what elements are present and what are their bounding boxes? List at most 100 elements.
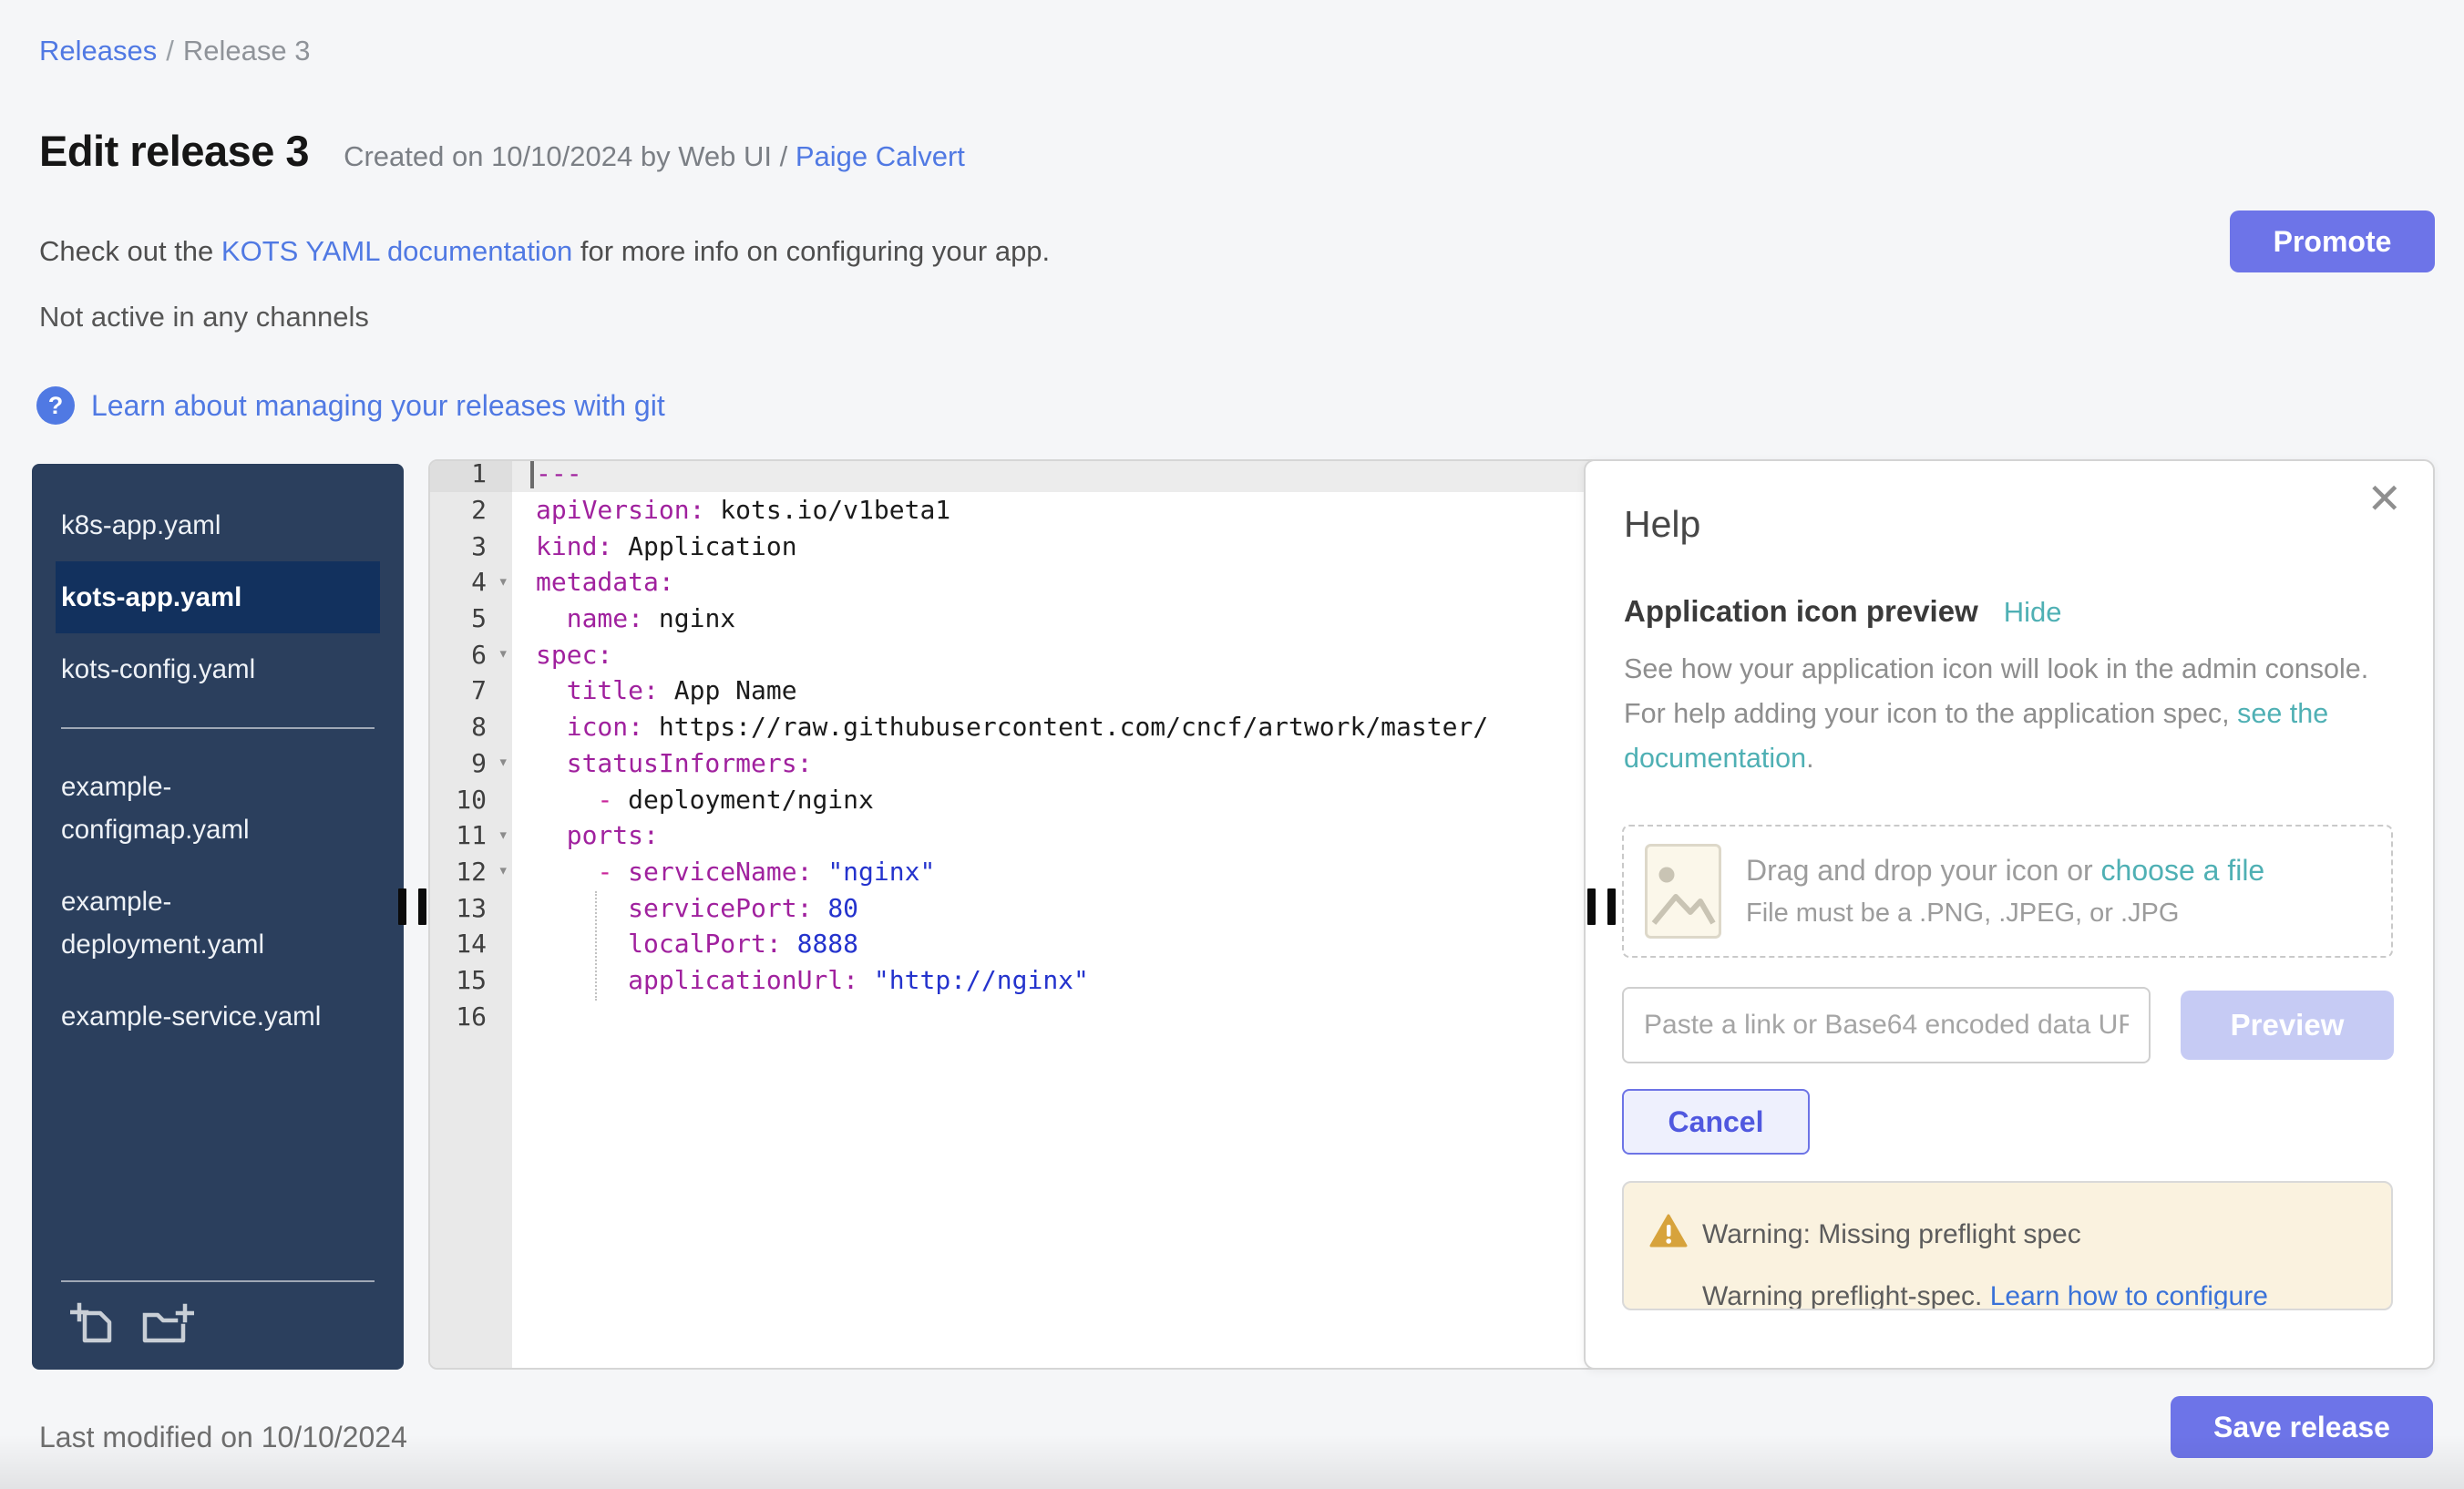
line-number-cell: 2 <box>430 492 512 529</box>
line-number-cell: 9 ▾ <box>430 745 512 782</box>
warning-title: Warning: Missing preflight spec <box>1702 1219 2081 1250</box>
created-by-link[interactable]: Paige Calvert <box>796 140 965 172</box>
dropzone-text: Drag and drop your icon or choose a file… <box>1746 854 2264 929</box>
line-number-cell: 16 <box>430 998 512 1034</box>
dropzone-label: Drag and drop your icon or <box>1746 854 2101 887</box>
title-row: Edit release 3 Created on 10/10/2024 by … <box>39 126 965 176</box>
sidebar-item-kots-config[interactable]: kots-config.yaml <box>56 633 380 705</box>
line-number: 9 <box>471 748 487 778</box>
icon-preview-description: See how your application icon will look … <box>1624 647 2371 781</box>
file-name: kots-config.yaml <box>61 648 375 691</box>
edit-release-page: Releases / Release 3 Edit release 3 Create… <box>0 0 2464 1489</box>
line-number: 6 <box>471 640 487 670</box>
line-number: 16 <box>456 1001 487 1032</box>
breadcrumb-separator: / <box>166 35 174 67</box>
channel-status: Not active in any channels <box>39 301 369 334</box>
line-number-cell: 12 ▾ <box>430 854 512 890</box>
sidebar-resize-handle[interactable] <box>398 888 426 925</box>
breadcrumb-current: Release 3 <box>183 35 311 67</box>
line-number-cell: 1 <box>430 459 512 492</box>
save-release-button[interactable]: Save release <box>2171 1396 2433 1458</box>
help-panel: ✕ Help Application icon preview Hide See… <box>1584 459 2435 1370</box>
sidebar-actions <box>56 1300 380 1355</box>
cancel-button[interactable]: Cancel <box>1622 1089 1810 1155</box>
indent-guide <box>595 891 597 1001</box>
icon-preview-title: Application icon preview <box>1624 594 1978 629</box>
line-number: 4 <box>471 567 487 597</box>
page-title: Edit release 3 <box>39 126 309 176</box>
breadcrumb-releases-link[interactable]: Releases <box>39 35 157 67</box>
file-name-wrap: configmap.yaml <box>61 808 375 851</box>
choose-file-link[interactable]: choose a file <box>2101 854 2265 887</box>
file-name: k8s-app.yaml <box>61 504 375 547</box>
git-help-link[interactable]: ? Learn about managing your releases wit… <box>36 386 665 425</box>
fold-arrow-icon[interactable]: ▾ <box>498 863 508 880</box>
line-number: 11 <box>456 820 487 850</box>
preview-button[interactable]: Preview <box>2181 991 2394 1060</box>
sidebar-item-k8s-app[interactable]: k8s-app.yaml <box>56 489 380 561</box>
line-number-cell: 14 <box>430 926 512 962</box>
git-help-label: Learn about managing your releases with … <box>91 389 665 423</box>
sidebar-item-kots-app[interactable]: kots-app.yaml <box>56 561 380 633</box>
sidebar-item-example-deployment[interactable]: example-deployment.yaml <box>56 866 380 981</box>
file-list-examples: example-configmap.yaml example-deploymen… <box>32 751 404 1053</box>
line-number-cell: 4 ▾ <box>430 564 512 601</box>
help-circle-icon: ? <box>36 386 75 425</box>
line-number-cell: 8 <box>430 709 512 745</box>
line-number: 13 <box>456 893 487 923</box>
sidebar-divider <box>61 727 375 729</box>
line-number: 7 <box>471 675 487 705</box>
icon-url-input[interactable] <box>1622 987 2151 1063</box>
promote-button[interactable]: Promote <box>2230 211 2435 272</box>
learn-configure-link[interactable]: Learn how to configure <box>1990 1281 2268 1310</box>
line-number: 5 <box>471 603 487 633</box>
breadcrumb: Releases / Release 3 <box>39 35 310 67</box>
warning-detail: Warning preflight-spec. Learn how to con… <box>1702 1281 2268 1310</box>
line-number: 1 <box>471 459 487 488</box>
preflight-warning: Warning: Missing preflight spec Warning … <box>1622 1181 2393 1310</box>
docs-suffix: for more info on configuring your app. <box>572 235 1050 267</box>
description-period: . <box>1806 743 1813 774</box>
line-number-cell: 13 <box>430 889 512 926</box>
icon-dropzone[interactable]: Drag and drop your icon or choose a file… <box>1622 825 2393 958</box>
hide-link[interactable]: Hide <box>2004 596 2062 629</box>
line-number-cell: 3 <box>430 528 512 564</box>
warning-detail-text: Warning preflight-spec. <box>1702 1281 1990 1310</box>
line-number: 14 <box>456 929 487 959</box>
help-panel-title: Help <box>1624 503 1700 546</box>
line-number-cell: 15 <box>430 962 512 999</box>
sidebar-item-example-configmap[interactable]: example-configmap.yaml <box>56 751 380 866</box>
line-number-cell: 7 <box>430 673 512 709</box>
sidebar-footer <box>56 1280 380 1355</box>
sidebar-item-example-service[interactable]: example-service.yaml <box>56 981 380 1053</box>
line-number-cell: 6 ▾ <box>430 636 512 673</box>
created-meta: Created on 10/10/2024 by Web UI / Paige … <box>344 140 965 173</box>
line-number-cell: 5 <box>430 601 512 637</box>
line-number: 12 <box>456 857 487 887</box>
docs-line: Check out the KOTS YAML documentation fo… <box>39 235 1050 268</box>
icon-preview-header: Application icon preview Hide <box>1624 594 2062 629</box>
fold-arrow-icon[interactable]: ▾ <box>498 645 508 662</box>
file-name-wrap: deployment.yaml <box>61 923 375 966</box>
add-file-icon[interactable] <box>70 1300 118 1348</box>
file-list: k8s-app.yaml kots-app.yaml kots-config.y… <box>32 464 404 705</box>
file-sidebar: k8s-app.yaml kots-app.yaml kots-config.y… <box>32 464 404 1370</box>
text-cursor <box>530 459 534 488</box>
help-panel-resize-handle[interactable] <box>1587 888 1616 925</box>
docs-prefix: Check out the <box>39 235 221 267</box>
fold-arrow-icon[interactable]: ▾ <box>498 754 508 771</box>
file-name: example- <box>61 765 375 808</box>
line-number: 8 <box>471 712 487 742</box>
line-number: 10 <box>456 785 487 815</box>
warning-triangle-icon <box>1649 1214 1688 1248</box>
file-name: example- <box>61 880 375 923</box>
dropzone-note: File must be a .PNG, .JPEG, or .JPG <box>1746 899 2264 929</box>
close-icon[interactable]: ✕ <box>2366 478 2402 519</box>
fold-arrow-icon[interactable]: ▾ <box>498 827 508 844</box>
line-number: 2 <box>471 495 487 525</box>
add-folder-icon[interactable] <box>141 1300 194 1348</box>
created-text: Created on 10/10/2024 by Web UI / <box>344 140 796 172</box>
kots-docs-link[interactable]: KOTS YAML documentation <box>221 235 572 267</box>
fold-arrow-icon[interactable]: ▾ <box>498 573 508 590</box>
image-placeholder-icon <box>1644 843 1722 940</box>
